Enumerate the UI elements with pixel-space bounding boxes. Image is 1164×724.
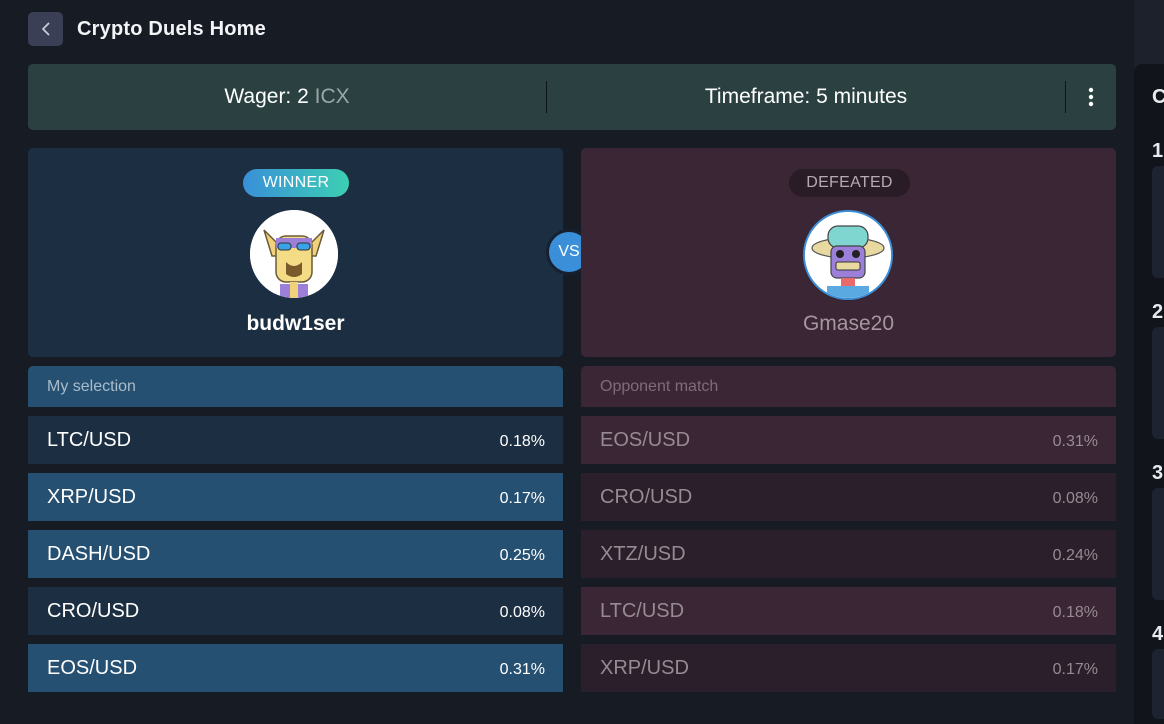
my-selection-row[interactable]: LTC/USD 0.18%	[28, 416, 563, 464]
opponent-card: DEFEATED Gmase20	[581, 148, 1116, 357]
opponent-avatar	[803, 210, 893, 300]
pair-label: CRO/USD	[47, 599, 140, 622]
wager-info: Wager: 2 ICX	[28, 64, 546, 130]
pair-change: 0.17%	[1052, 661, 1098, 678]
pair-change: 0.25%	[499, 547, 545, 564]
player-avatar	[250, 210, 338, 298]
opponent-match-header: Opponent match	[581, 366, 1116, 407]
leaderboard-card[interactable]	[1152, 166, 1164, 278]
opponent-match-row[interactable]: EOS/USD 0.31%	[581, 416, 1116, 464]
pair-label: CRO/USD	[600, 485, 693, 508]
leaderboard-card[interactable]	[1152, 649, 1164, 719]
wager-unit: ICX	[314, 85, 350, 108]
chevron-left-icon	[41, 22, 49, 36]
leaderboard-heading: C	[1152, 86, 1164, 108]
pair-change: 0.24%	[1052, 547, 1098, 564]
top-bar: Crypto Duels Home	[0, 0, 1134, 58]
pair-label: LTC/USD	[47, 428, 132, 451]
timeframe-info: Timeframe: 5 minutes	[704, 85, 908, 108]
leaderboard-rank: 4	[1152, 623, 1164, 645]
pair-label: XTZ/USD	[600, 542, 686, 565]
pair-label: XRP/USD	[600, 656, 689, 679]
wager-label: Wager: 2	[224, 85, 309, 108]
my-selection-row[interactable]: EOS/USD 0.31%	[28, 644, 563, 692]
opponent-match-row[interactable]: XTZ/USD 0.24%	[581, 530, 1116, 578]
pair-label: LTC/USD	[600, 599, 685, 622]
more-options-button[interactable]	[1080, 86, 1102, 108]
duel-info-bar: Wager: 2 ICX Timeframe: 5 minutes	[28, 64, 1116, 130]
opponent-match-row[interactable]: XRP/USD 0.17%	[581, 644, 1116, 692]
back-button[interactable]	[28, 12, 63, 46]
my-selection-row[interactable]: CRO/USD 0.08%	[28, 587, 563, 635]
opponent-name: Gmase20	[802, 312, 895, 335]
player-card: WINNER budw1ser	[28, 148, 563, 357]
pair-label: XRP/USD	[47, 485, 136, 508]
leaderboard-rank: 2	[1152, 301, 1164, 323]
page-title: Crypto Duels Home	[77, 18, 266, 40]
opponent-avatar-image	[805, 212, 891, 298]
leaderboard-rank: 1.	[1152, 140, 1164, 162]
winner-badge: WINNER	[243, 169, 349, 197]
opponent-match-row[interactable]: LTC/USD 0.18%	[581, 587, 1116, 635]
leaderboard-card[interactable]	[1152, 327, 1164, 439]
my-selection-row[interactable]: XRP/USD 0.17%	[28, 473, 563, 521]
kebab-menu-icon	[1088, 87, 1094, 107]
leaderboard-card[interactable]	[1152, 488, 1164, 600]
pair-change: 0.31%	[1052, 433, 1098, 450]
my-selection-row[interactable]: DASH/USD 0.25%	[28, 530, 563, 578]
divider	[1065, 81, 1066, 113]
pair-change: 0.18%	[1052, 604, 1098, 621]
pair-change: 0.08%	[1052, 490, 1098, 507]
pair-change: 0.08%	[499, 604, 545, 621]
pair-label: DASH/USD	[47, 542, 151, 565]
pair-change: 0.18%	[499, 433, 545, 450]
pair-change: 0.17%	[499, 490, 545, 507]
defeated-badge: DEFEATED	[789, 169, 910, 197]
player-avatar-image	[250, 210, 338, 298]
pair-label: EOS/USD	[600, 428, 691, 451]
player-name: budw1ser	[246, 312, 345, 335]
leaderboard-rank: 3	[1152, 462, 1164, 484]
pair-change: 0.31%	[499, 661, 545, 678]
pair-label: EOS/USD	[47, 656, 138, 679]
opponent-match-row[interactable]: CRO/USD 0.08%	[581, 473, 1116, 521]
my-selection-header: My selection	[28, 366, 563, 407]
